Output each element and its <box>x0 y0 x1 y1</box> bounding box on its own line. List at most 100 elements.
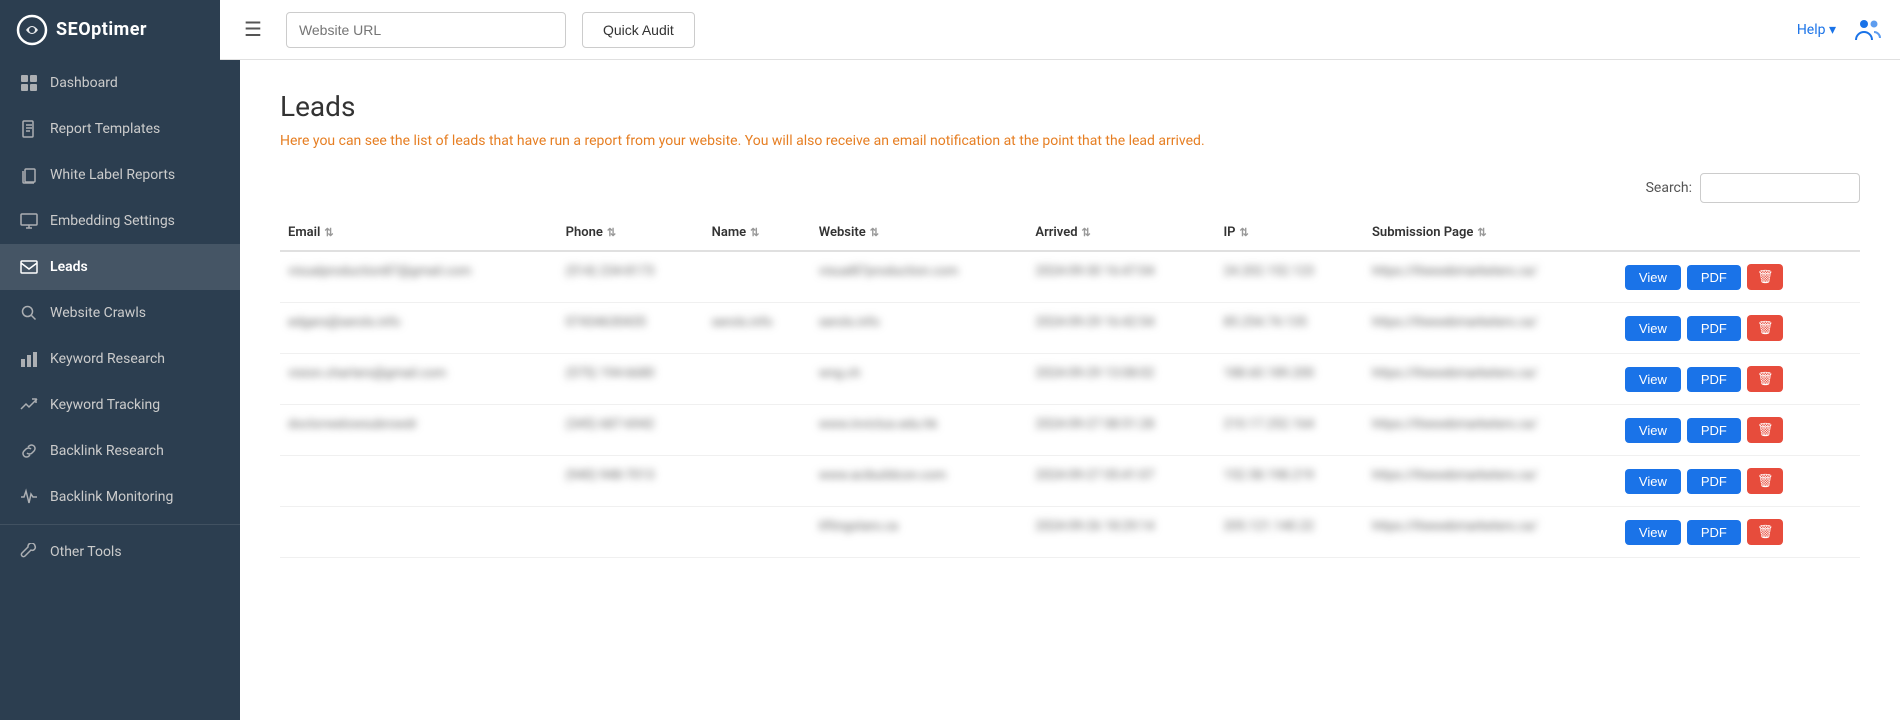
sidebar-item-leads[interactable]: Leads <box>0 244 240 290</box>
view-button[interactable]: View <box>1625 367 1681 392</box>
pdf-button[interactable]: PDF <box>1687 418 1741 443</box>
sidebar-item-label: Leads <box>50 259 88 275</box>
delete-button[interactable]: 🗑 <box>1747 315 1784 341</box>
delete-button[interactable]: 🗑 <box>1747 519 1784 545</box>
pdf-button[interactable]: PDF <box>1687 265 1741 290</box>
cell-2-3: wng.ch <box>811 354 1028 405</box>
view-button[interactable]: View <box>1625 265 1681 290</box>
sidebar-item-keyword-tracking[interactable]: Keyword Tracking <box>0 382 240 428</box>
quick-audit-button[interactable]: Quick Audit <box>582 12 695 48</box>
pdf-button[interactable]: PDF <box>1687 367 1741 392</box>
sort-icon: ⇅ <box>1477 226 1486 239</box>
table-header-row: Email⇅Phone⇅Name⇅Website⇅Arrived⇅IP⇅Subm… <box>280 215 1860 251</box>
col-header-2[interactable]: Name⇅ <box>704 215 811 251</box>
pdf-button[interactable]: PDF <box>1687 469 1741 494</box>
table-header: Search: <box>280 173 1860 203</box>
col-header-5[interactable]: IP⇅ <box>1215 215 1364 251</box>
blurred-value: edgars@serols.info <box>288 315 400 330</box>
action-buttons: View PDF 🗑 <box>1625 519 1852 545</box>
col-header-3[interactable]: Website⇅ <box>811 215 1028 251</box>
blurred-value: (940) 948-7013 <box>566 468 655 483</box>
sidebar-item-website-crawls[interactable]: Website Crawls <box>0 290 240 336</box>
blurred-value: (345) 687-6942 <box>566 417 655 432</box>
sort-icon: ⇅ <box>1082 226 1091 239</box>
view-button[interactable]: View <box>1625 418 1681 443</box>
cell-1-2: serols.info <box>704 303 811 354</box>
table-row: visualproduction87@gmail.com(514) 234-81… <box>280 251 1860 303</box>
sort-icon: ⇅ <box>870 226 879 239</box>
layout: Dashboard Report Templates White Label R… <box>0 60 1900 720</box>
view-button[interactable]: View <box>1625 520 1681 545</box>
delete-button[interactable]: 🗑 <box>1747 264 1784 290</box>
blurred-value: (575) 194-6680 <box>566 366 655 381</box>
page-title: Leads <box>280 90 1860 123</box>
view-button[interactable]: View <box>1625 316 1681 341</box>
delete-button[interactable]: 🗑 <box>1747 366 1784 392</box>
blurred-value: 2024-09-29 13:08:02 <box>1035 366 1154 381</box>
cell-2-2 <box>704 354 811 405</box>
blurred-value: 2024-09-30 16:47:04 <box>1035 264 1154 279</box>
pdf-button[interactable]: PDF <box>1687 316 1741 341</box>
pdf-button[interactable]: PDF <box>1687 520 1741 545</box>
cell-5-4: 2024-09-26 18:29:14 <box>1027 507 1215 558</box>
cell-1-1: 07434630435 <box>558 303 704 354</box>
cell-5-0 <box>280 507 558 558</box>
cell-5-5: 205.121.140.22 <box>1215 507 1364 558</box>
sidebar-item-white-label-reports[interactable]: White Label Reports <box>0 152 240 198</box>
cell-0-2 <box>704 251 811 303</box>
blurred-value: serols.info <box>712 315 773 330</box>
sidebar-item-backlink-monitoring[interactable]: Backlink Monitoring <box>0 474 240 520</box>
cell-1-0: edgars@serols.info <box>280 303 558 354</box>
sort-icon: ⇅ <box>607 226 616 239</box>
cell-actions-4: View PDF 🗑 <box>1617 456 1860 507</box>
sidebar-item-dashboard[interactable]: Dashboard <box>0 60 240 106</box>
delete-button[interactable]: 🗑 <box>1747 468 1784 494</box>
sidebar-item-label: Dashboard <box>50 75 118 91</box>
delete-button[interactable]: 🗑 <box>1747 417 1784 443</box>
users-icon[interactable] <box>1852 14 1884 46</box>
cell-2-5: 188.60.189.200 <box>1215 354 1364 405</box>
sidebar-item-embedding-settings[interactable]: Embedding Settings <box>0 198 240 244</box>
trending-icon <box>20 396 38 414</box>
search-input[interactable] <box>1700 173 1860 203</box>
sidebar-item-report-templates[interactable]: Report Templates <box>0 106 240 152</box>
cell-actions-5: View PDF 🗑 <box>1617 507 1860 558</box>
help-link[interactable]: Help ▾ <box>1797 22 1836 38</box>
cell-0-4: 2024-09-30 16:47:04 <box>1027 251 1215 303</box>
col-header-1[interactable]: Phone⇅ <box>558 215 704 251</box>
cell-2-6: https://thewebmarketers.ca/ <box>1364 354 1617 405</box>
cell-1-6: https://thewebmarketers.ca/ <box>1364 303 1617 354</box>
sort-icon: ⇅ <box>324 226 333 239</box>
col-header-4[interactable]: Arrived⇅ <box>1027 215 1215 251</box>
cell-4-4: 2024-09-27 05:41:07 <box>1027 456 1215 507</box>
tool-icon <box>20 543 38 561</box>
sidebar-item-other-tools[interactable]: Other Tools <box>0 529 240 575</box>
cell-2-1: (575) 194-6680 <box>558 354 704 405</box>
col-header-7[interactable] <box>1617 215 1860 251</box>
action-buttons: View PDF 🗑 <box>1625 264 1852 290</box>
page-subtitle: Here you can see the list of leads that … <box>280 133 1860 149</box>
blurred-value: visual87production.com <box>819 264 959 279</box>
logo-area: SEOptimer <box>0 0 220 60</box>
sidebar-item-label: White Label Reports <box>50 167 175 183</box>
search-icon <box>20 304 38 322</box>
url-input[interactable] <box>286 12 566 48</box>
blurred-value: www.acibuildcon.com <box>819 468 947 483</box>
cell-0-0: visualproduction87@gmail.com <box>280 251 558 303</box>
blurred-value: liftingstars.ca <box>819 519 898 534</box>
link-icon <box>20 442 38 460</box>
sidebar-item-backlink-research[interactable]: Backlink Research <box>0 428 240 474</box>
sidebar-item-label: Keyword Research <box>50 351 165 367</box>
blurred-value: 85.254.74.135 <box>1223 315 1306 330</box>
col-header-6[interactable]: Submission Page⇅ <box>1364 215 1617 251</box>
blurred-value: https://thewebmarketers.ca/ <box>1372 264 1538 279</box>
cell-actions-2: View PDF 🗑 <box>1617 354 1860 405</box>
sidebar-item-keyword-research[interactable]: Keyword Research <box>0 336 240 382</box>
blurred-value: 152.58.198.219 <box>1223 468 1314 483</box>
blurred-value: 24.202.152.123 <box>1223 264 1314 279</box>
copy-icon <box>20 166 38 184</box>
cell-5-1 <box>558 507 704 558</box>
col-header-0[interactable]: Email⇅ <box>280 215 558 251</box>
view-button[interactable]: View <box>1625 469 1681 494</box>
hamburger-button[interactable]: ☰ <box>236 13 270 46</box>
